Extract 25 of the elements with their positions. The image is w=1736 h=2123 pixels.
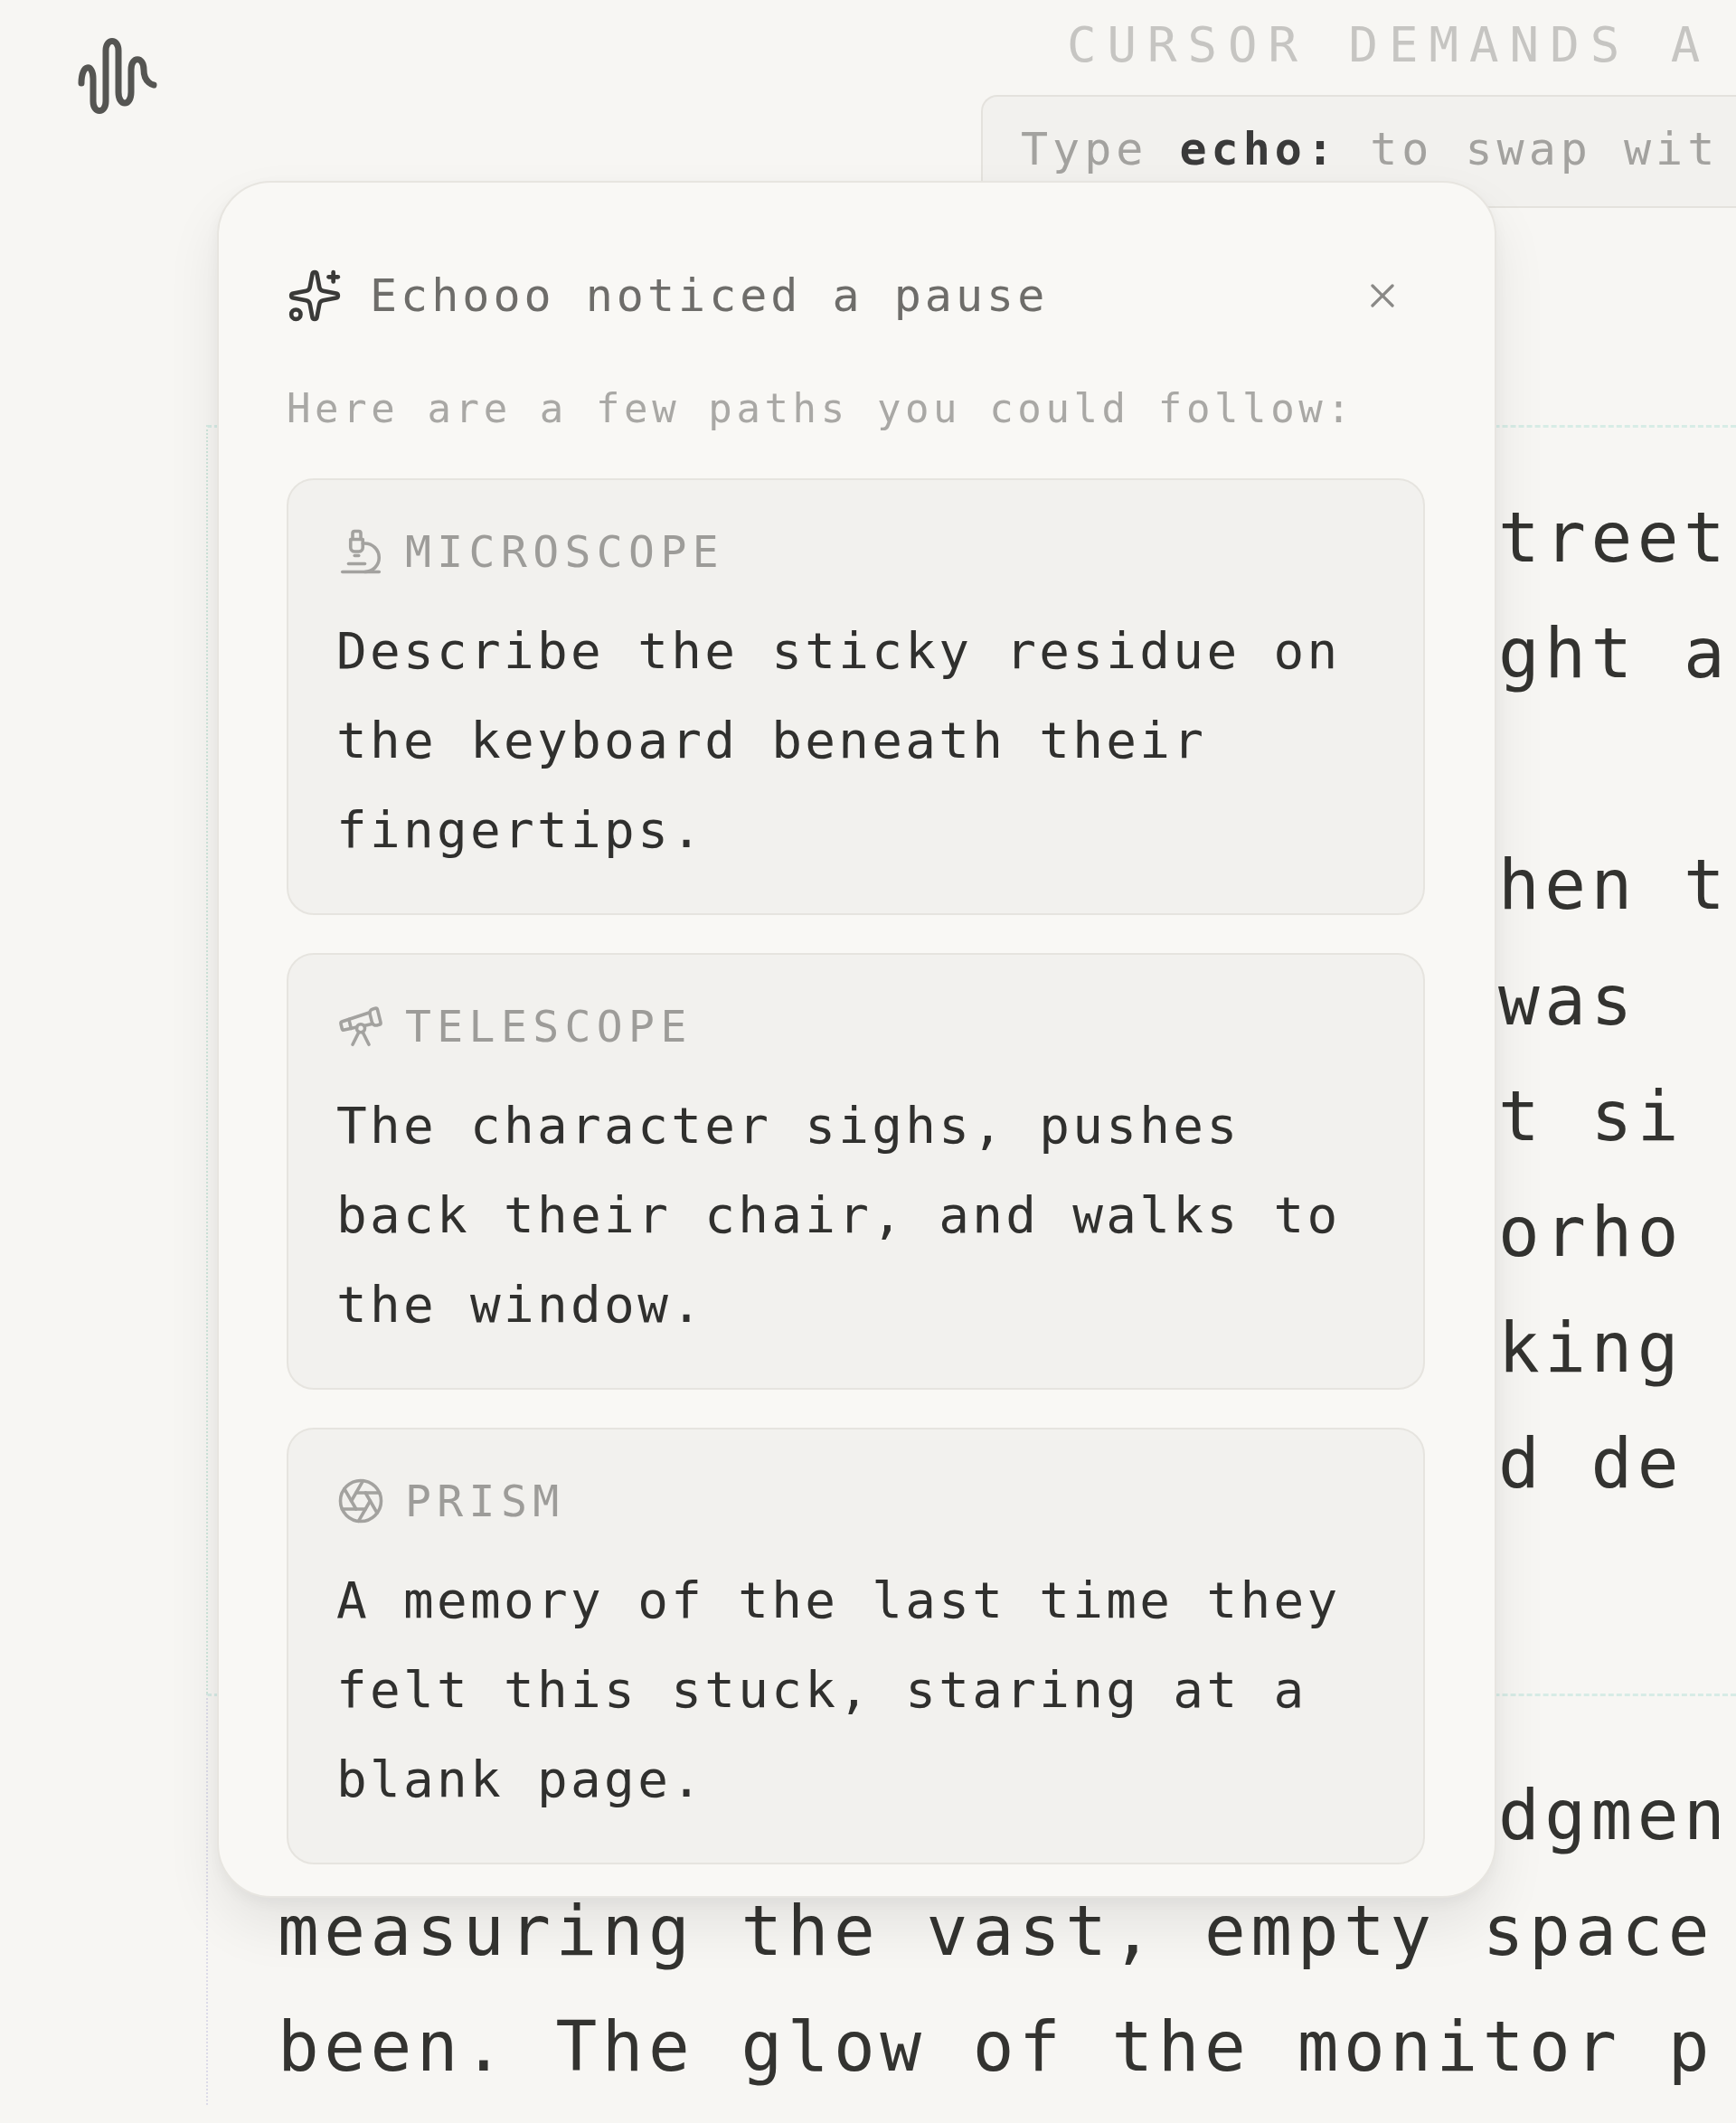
- aperture-icon: [336, 1477, 385, 1525]
- editor-line: orho: [1498, 1191, 1684, 1274]
- editor-line: t si: [1498, 1075, 1684, 1158]
- wave-logo-icon[interactable]: [77, 38, 158, 114]
- editor-line: d de: [1498, 1422, 1684, 1505]
- suggestion-card[interactable]: MICROSCOPE Describe the sticky residue on the keyboard beneath their fingertips.: [287, 478, 1425, 915]
- suggestion-text: Describe the sticky residue on the keyboard beneath their fingertips.: [336, 620, 1342, 861]
- sparkle-icon: [287, 268, 343, 324]
- editor-line: treet: [1498, 496, 1731, 580]
- suggestion-card[interactable]: PRISM A memory of the last time they felt this stuck, staring at a blank page.: [287, 1428, 1425, 1864]
- editor-line: measuring the vast, empty space: [278, 1890, 1714, 1973]
- editor-line: ght a: [1498, 612, 1731, 695]
- editor-line: been. The glow of the monitor p: [278, 2005, 1714, 2089]
- editor-line: was: [1498, 959, 1637, 1043]
- suggestion-label: PRISM: [405, 1476, 565, 1526]
- editor-line: dgmen: [1498, 1774, 1731, 1857]
- popover-subtitle: Here are a few paths you could follow:: [287, 384, 1356, 433]
- suggestion-card[interactable]: TELESCOPE The character sighs, pushes back their chair, and walks to the window.: [287, 953, 1425, 1390]
- suggestion-label: TELESCOPE: [405, 1001, 693, 1052]
- suggestion-text: The character sighs, pushes back their chair, and walks to the window.: [336, 1095, 1342, 1335]
- popover-title: Echooo noticed a pause: [370, 269, 1050, 322]
- suggestion-text: A memory of the last time they felt this stuck, staring at a blank page.: [336, 1570, 1342, 1810]
- suggestion-label: MICROSCOPE: [405, 526, 724, 577]
- editor-line: hen t: [1498, 844, 1731, 927]
- editor-line: king: [1498, 1307, 1684, 1390]
